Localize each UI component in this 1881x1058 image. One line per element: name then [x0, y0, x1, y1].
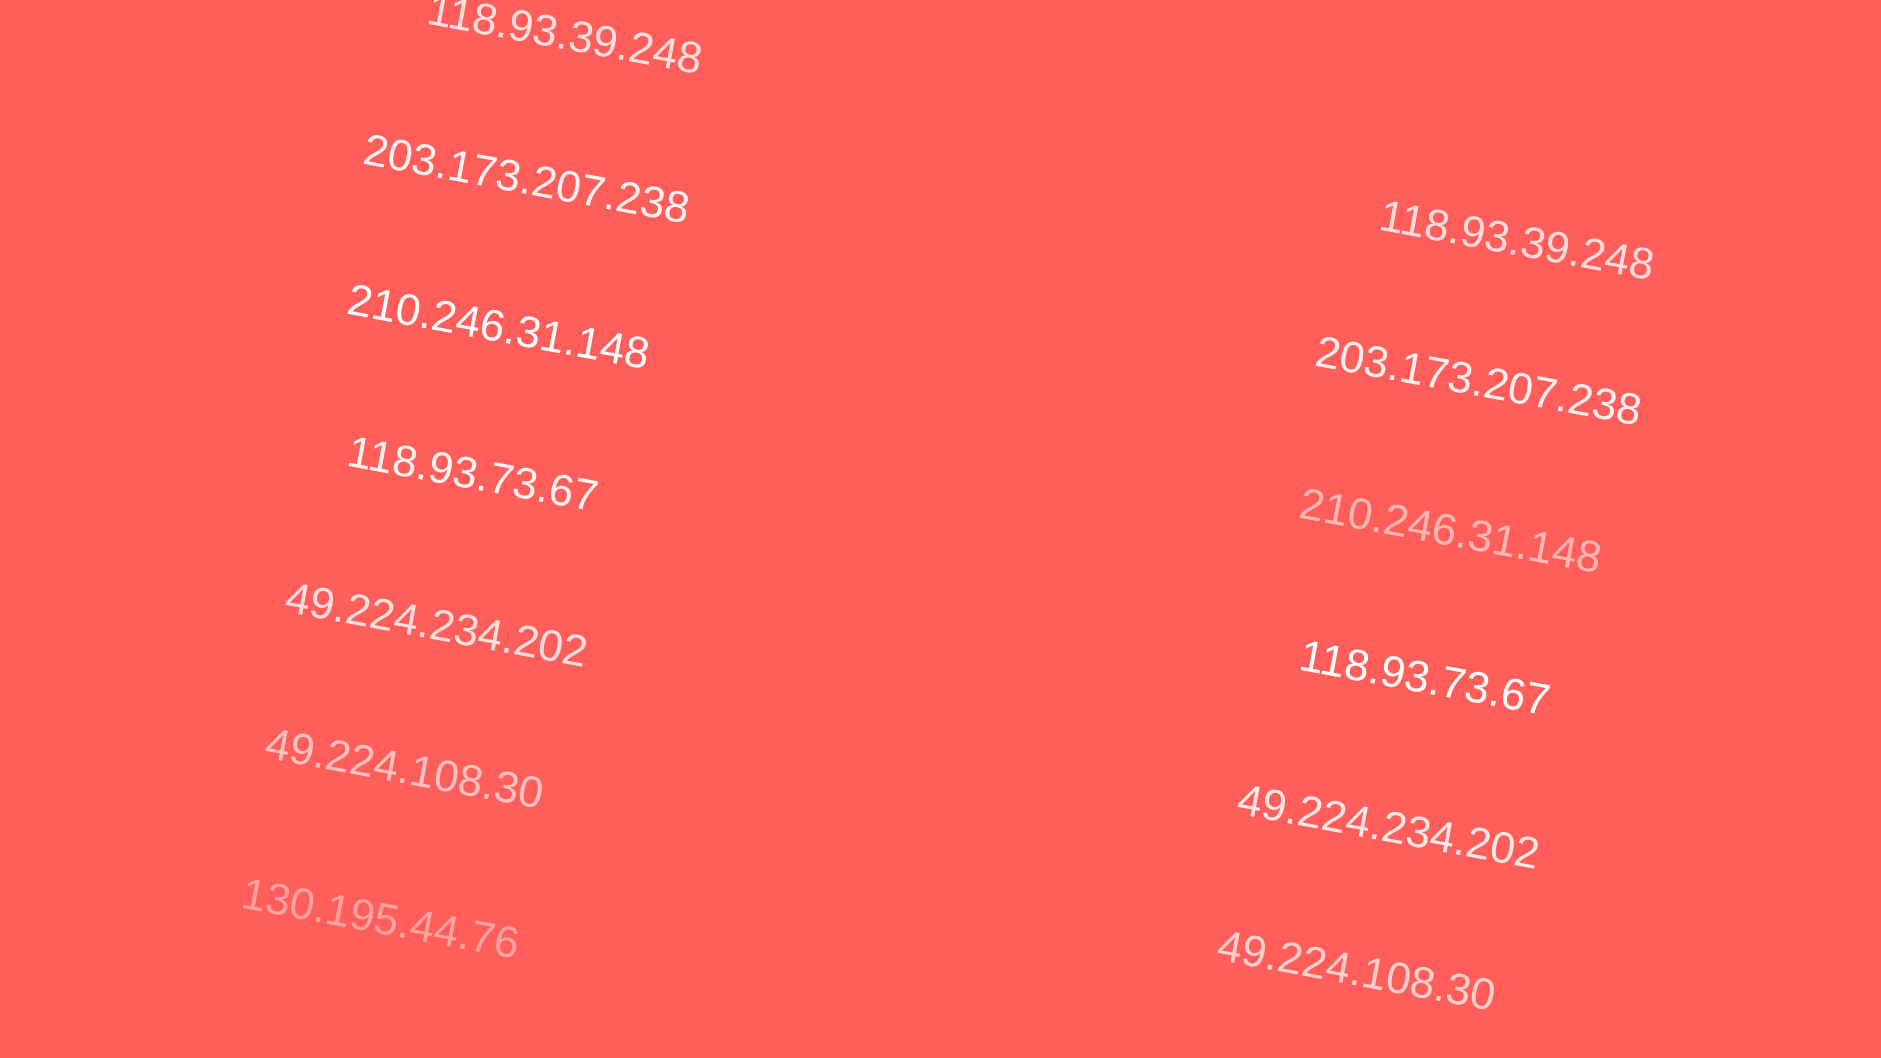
right-ip-1: 118.93.39.248 [1375, 191, 1659, 290]
right-ip-5: 49.224.234.202 [1233, 775, 1544, 879]
left-ip-5: 49.224.234.202 [281, 573, 592, 677]
right-ip-6: 49.224.108.30 [1213, 921, 1500, 1021]
left-ip-1: 118.93.39.248 [423, 0, 707, 84]
left-ip-7: 130.195.44.76 [237, 869, 524, 969]
left-ip-3: 210.246.31.148 [343, 275, 654, 379]
right-ip-3: 210.246.31.148 [1295, 479, 1606, 583]
ip-address-canvas: 118.93.39.248 203.173.207.238 210.246.31… [0, 0, 1881, 1058]
left-ip-4: 118.93.73.67 [343, 427, 602, 522]
left-ip-6: 49.224.108.30 [261, 719, 548, 819]
right-ip-2: 203.173.207.238 [1311, 327, 1646, 436]
left-ip-2: 203.173.207.238 [359, 125, 694, 234]
right-ip-4: 118.93.73.67 [1295, 631, 1554, 726]
